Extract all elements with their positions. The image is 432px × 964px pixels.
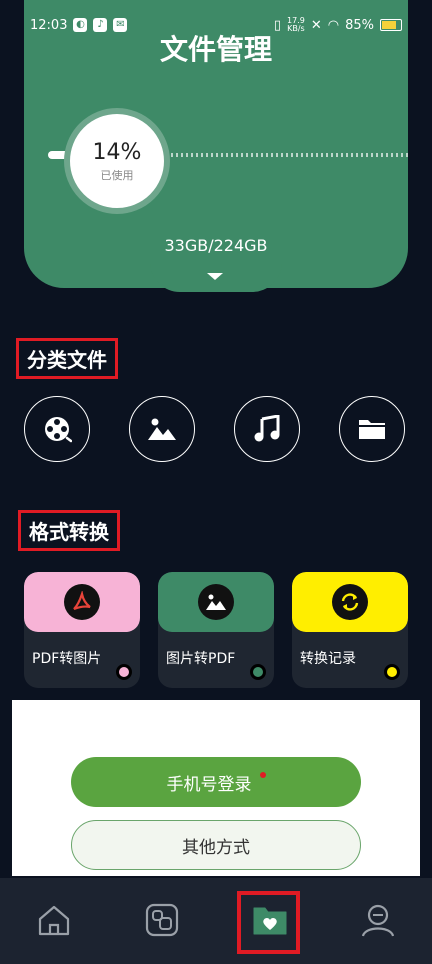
phone-login-label: 手机号登录 — [166, 774, 252, 795]
section-title-categories: 分类文件 — [16, 338, 118, 379]
card-header — [24, 572, 140, 632]
category-image-button[interactable] — [129, 396, 195, 462]
apps-icon — [145, 903, 179, 937]
folder-icon — [359, 420, 385, 439]
login-panel: 手机号登录 其他方式 — [12, 700, 420, 876]
pdf-icon-badge — [64, 584, 100, 620]
pdf-to-image-card[interactable]: PDF转图片 — [24, 572, 140, 688]
card-header — [292, 572, 408, 632]
usage-percent: 14% — [92, 139, 142, 165]
bottom-nav — [0, 878, 432, 964]
active-tab-highlight — [237, 891, 300, 954]
other-login-button[interactable]: 其他方式 — [71, 820, 361, 870]
notification-dot — [259, 772, 266, 778]
image-to-pdf-card[interactable]: 图片转PDF — [158, 572, 274, 688]
phone-login-button[interactable]: 手机号登录 — [71, 757, 361, 807]
pdf-icon — [73, 591, 91, 611]
page-title: 文件管理 — [159, 33, 272, 66]
card-header — [158, 572, 274, 632]
card-indicator-dot — [250, 664, 266, 680]
nav-home[interactable] — [34, 900, 74, 940]
usage-indicator: 14% 已使用 — [64, 108, 170, 214]
card-label: PDF转图片 — [32, 651, 102, 667]
video-icon — [45, 417, 72, 443]
section-title-conversion: 格式转换 — [18, 510, 120, 551]
storage-free-track — [156, 153, 408, 157]
refresh-icon — [341, 593, 359, 611]
category-folder-button[interactable] — [339, 396, 405, 462]
conversion-history-card[interactable]: 转换记录 — [292, 572, 408, 688]
expand-caret-icon[interactable] — [207, 273, 223, 280]
nav-profile[interactable] — [358, 900, 398, 940]
image-icon — [206, 594, 226, 610]
category-music-button[interactable] — [234, 396, 300, 462]
image-icon-badge — [198, 584, 234, 620]
card-indicator-dot — [384, 664, 400, 680]
nav-apps[interactable] — [142, 900, 182, 940]
card-label: 图片转PDF — [166, 651, 236, 667]
category-video-button[interactable] — [24, 396, 90, 462]
refresh-icon-badge — [332, 584, 368, 620]
usage-label: 已使用 — [100, 168, 134, 182]
music-icon — [254, 415, 280, 442]
home-icon — [38, 905, 70, 936]
card-indicator-dot — [116, 664, 132, 680]
profile-icon — [361, 904, 395, 937]
card-label: 转换记录 — [300, 651, 356, 667]
image-icon — [148, 418, 176, 440]
storage-capacity: 33GB/224GB — [164, 236, 268, 255]
